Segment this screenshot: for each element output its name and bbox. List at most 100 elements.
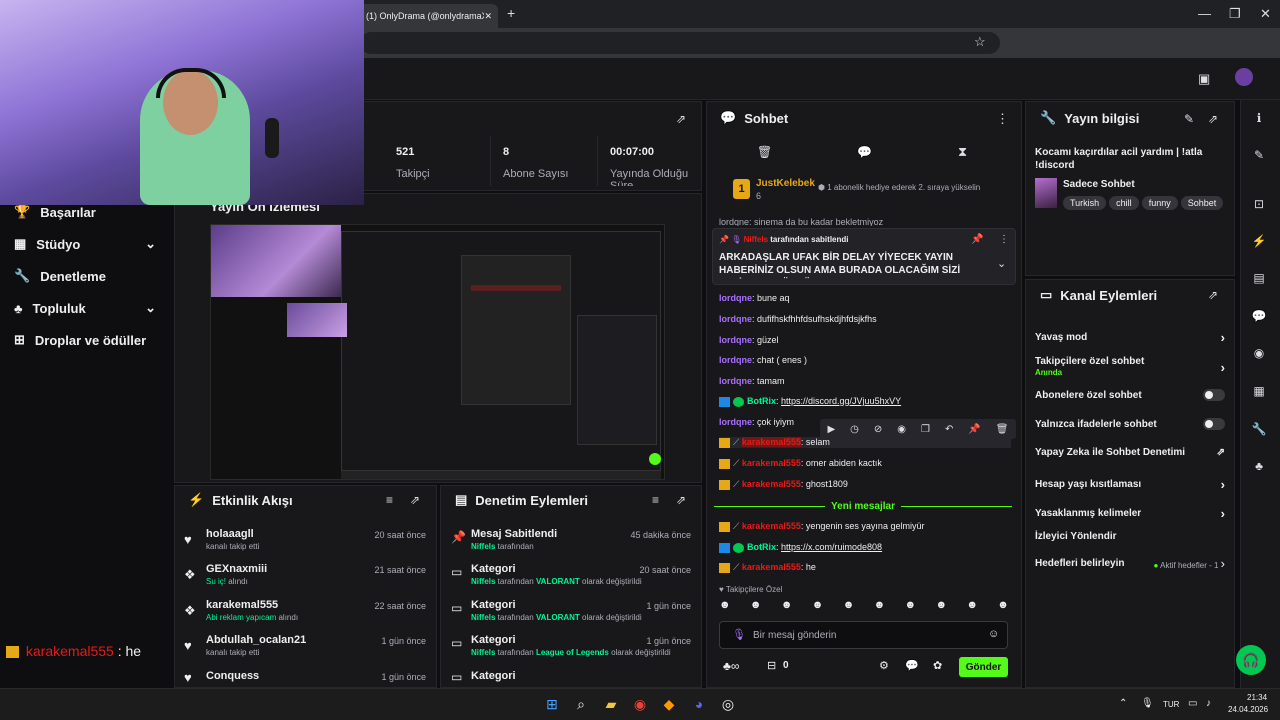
tray-volume-icon[interactable]: ♪: [1206, 698, 1211, 709]
popout-icon[interactable]: ⇗: [1208, 112, 1218, 126]
bolt-icon[interactable]: ⚡: [1248, 230, 1270, 252]
banned-words-row[interactable]: Yasaklanmış kelimeler ›: [1035, 506, 1225, 521]
bookmark-star-icon[interactable]: ☆: [974, 34, 986, 50]
layout-icon[interactable]: ▦: [1248, 380, 1270, 402]
gift-leaderboard[interactable]: 1 JustKelebek 6 ⬢ 1 abonelik hediye eder…: [720, 174, 1010, 206]
tray-time[interactable]: 21:34: [1247, 693, 1267, 702]
community-icon[interactable]: ♣∞: [723, 659, 739, 673]
minimize-icon[interactable]: —: [1198, 6, 1211, 21]
tag[interactable]: chill: [1109, 196, 1139, 210]
undo-icon[interactable]: ↶: [945, 424, 953, 435]
emote-icon[interactable]: ☻: [874, 599, 886, 615]
chat-user[interactable]: karakemal555: [742, 479, 801, 489]
url-input[interactable]: [360, 32, 1000, 54]
document-icon[interactable]: ▤: [1248, 267, 1270, 289]
chat-user[interactable]: karakemal555: [741, 437, 801, 447]
more-options-icon[interactable]: ⋮: [996, 111, 1009, 127]
category-thumbnail[interactable]: [1035, 178, 1057, 208]
play-icon[interactable]: ▶: [827, 424, 835, 435]
tag[interactable]: Sohbet: [1180, 196, 1224, 210]
discord-icon[interactable]: ◕: [689, 694, 709, 714]
settings-gear-icon[interactable]: ⚙: [879, 659, 889, 672]
mention-icon[interactable]: ◉: [897, 424, 906, 435]
tray-date[interactable]: 24.04.2026: [1228, 705, 1268, 714]
copy-icon[interactable]: ❐: [921, 424, 930, 435]
send-button[interactable]: Gönder: [959, 657, 1008, 677]
chat-user[interactable]: lordqne: [719, 335, 752, 345]
chat-icon[interactable]: 💬: [857, 145, 872, 159]
emote-icon[interactable]: ☻: [719, 599, 731, 615]
emote-icon[interactable]: ☻: [935, 599, 947, 615]
obs-icon[interactable]: ◎: [718, 694, 738, 714]
filter-icon[interactable]: ≡: [386, 493, 393, 507]
chat-user[interactable]: karakemal555: [742, 458, 801, 468]
chat-user[interactable]: BotRix: [747, 396, 776, 406]
close-window-icon[interactable]: ✕: [1260, 6, 1271, 22]
filter-icon[interactable]: ≡: [652, 493, 659, 507]
chat-link[interactable]: https://x.com/ruimode808: [781, 542, 882, 552]
hourglass-icon[interactable]: ⧗: [958, 144, 967, 160]
emote-icon[interactable]: ☻: [812, 599, 824, 615]
nav-item-studio[interactable]: ▦ Stüdyo ⌄: [14, 236, 156, 252]
goals-row[interactable]: Hedefleri belirleyin ● Aktif hedefler - …: [1035, 556, 1225, 571]
chat-user[interactable]: lordqne: [719, 293, 752, 303]
emote-icon[interactable]: ☻: [997, 599, 1009, 615]
popout-icon[interactable]: ⇗: [676, 493, 686, 507]
tab-close-icon[interactable]: ✕: [484, 11, 492, 22]
tray-language[interactable]: TUR: [1163, 700, 1179, 709]
emoji-icon[interactable]: ☺: [988, 628, 999, 640]
emote-icon[interactable]: ☻: [781, 599, 793, 615]
wrench-icon[interactable]: 🔧: [1248, 418, 1270, 440]
community-icon[interactable]: ♣: [1248, 455, 1270, 477]
mic-icon[interactable]: 🎙: [732, 628, 746, 641]
edit-pencil-icon[interactable]: ✎: [1248, 144, 1270, 166]
delete-icon[interactable]: 🗑: [996, 424, 1009, 435]
nav-item-community[interactable]: ♣ Topluluk ⌄: [14, 300, 156, 316]
restore-icon[interactable]: ❐: [1229, 6, 1241, 22]
popout-icon[interactable]: ⇗: [676, 112, 686, 126]
ai-moderation-row[interactable]: Yapay Zeka ile Sohbet Denetimi ⇗: [1035, 447, 1225, 458]
badge-icon[interactable]: ✿: [933, 659, 942, 672]
chat-user[interactable]: lordqne: [719, 417, 752, 427]
category-name[interactable]: Sadece Sohbet: [1063, 179, 1135, 190]
trash-icon[interactable]: 🗑: [757, 145, 772, 159]
chat-user[interactable]: karakemal555: [742, 521, 801, 531]
emote-icon[interactable]: ☻: [843, 599, 855, 615]
stream-manager-icon[interactable]: ▣: [1198, 71, 1210, 87]
pin-icon[interactable]: 📌: [971, 234, 983, 245]
followers-only-row[interactable]: Takipçilere özel sohbet Anında ›: [1035, 355, 1225, 379]
popout-icon[interactable]: ⇗: [1208, 288, 1218, 302]
user-avatar[interactable]: [1235, 68, 1253, 86]
edit-pencil-icon[interactable]: ✎: [1184, 112, 1194, 126]
ban-icon[interactable]: ⊘: [874, 424, 882, 435]
chat-users-icon[interactable]: 💬: [905, 659, 919, 672]
chrome-icon[interactable]: ◉: [630, 694, 650, 714]
subscribers-only-toggle[interactable]: [1203, 389, 1225, 401]
broadcast-icon[interactable]: ◉: [1248, 342, 1270, 364]
emote-icon[interactable]: ☻: [750, 599, 762, 615]
emote-icon[interactable]: ☻: [966, 599, 978, 615]
tray-chevron-icon[interactable]: ⌃: [1119, 698, 1127, 709]
browser-tab[interactable]: (1) OnlyDrama (@onlydramaX) ✕: [360, 4, 498, 28]
chat-link[interactable]: https://discord.gg/JVjuu5hxVY: [781, 396, 901, 406]
stream-preview-video[interactable]: [210, 224, 665, 480]
focus-icon[interactable]: ⊡: [1248, 193, 1270, 215]
chat-input[interactable]: 🎙 Bir mesaj gönderin ☺: [719, 621, 1008, 649]
tag[interactable]: funny: [1141, 196, 1178, 210]
windows-start-icon[interactable]: ⊞: [542, 694, 562, 714]
more-options-icon[interactable]: ⋮: [999, 234, 1009, 245]
pin-icon[interactable]: 📌: [968, 424, 980, 435]
info-icon[interactable]: ℹ: [1248, 107, 1270, 129]
search-icon[interactable]: ⌕: [571, 694, 591, 714]
chevron-down-icon[interactable]: ⌄: [997, 257, 1006, 270]
chat-user[interactable]: lordqne: [719, 376, 752, 386]
raid-row[interactable]: İzleyici Yönlendir: [1035, 531, 1225, 542]
file-explorer-icon[interactable]: ▰: [601, 694, 621, 714]
nav-item-drops[interactable]: ⊞ Droplar ve ödüller: [14, 332, 146, 348]
emote-icon[interactable]: ☻: [905, 599, 917, 615]
popout-icon[interactable]: ⇗: [410, 493, 420, 507]
chat-user[interactable]: lordqne: [719, 314, 752, 324]
slow-mode-row[interactable]: Yavaş mod ›: [1035, 330, 1225, 345]
chat-icon[interactable]: 💬: [1248, 305, 1270, 327]
tray-mic-icon[interactable]: 🎙: [1141, 698, 1154, 709]
